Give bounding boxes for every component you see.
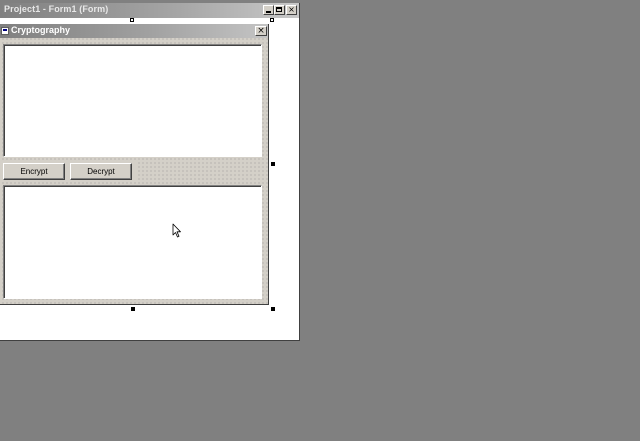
close-button[interactable]: × xyxy=(286,5,297,15)
close-icon: × xyxy=(257,26,265,36)
encrypt-button[interactable]: Encrypt xyxy=(3,163,65,180)
close-icon: × xyxy=(288,5,295,14)
ciphertext-textbox[interactable] xyxy=(3,185,262,299)
decrypt-button[interactable]: Decrypt xyxy=(70,163,132,180)
form-close-button[interactable]: × xyxy=(255,26,267,36)
resize-handle-top-right[interactable] xyxy=(270,18,274,22)
maximize-button[interactable] xyxy=(274,5,285,15)
cryptography-form[interactable]: Cryptography × Encrypt Decrypt xyxy=(0,24,269,305)
resize-handle-top[interactable] xyxy=(130,18,134,22)
maximize-icon xyxy=(276,7,282,12)
designer-title: Project1 - Form1 (Form) xyxy=(4,4,109,14)
minimize-button[interactable] xyxy=(263,5,274,15)
plaintext-textbox[interactable] xyxy=(3,44,262,157)
resize-handle-bottom[interactable] xyxy=(131,307,135,311)
resize-handle-bottom-right[interactable] xyxy=(271,307,275,311)
designer-titlebar[interactable]: Project1 - Form1 (Form) × xyxy=(0,3,299,18)
minimize-icon xyxy=(266,11,271,13)
form-titlebar[interactable]: Cryptography × xyxy=(0,24,268,38)
form-title: Cryptography xyxy=(11,25,71,35)
form-icon xyxy=(1,27,9,35)
ide-workspace: Project1 - Form1 (Form) × Cryptography ×… xyxy=(0,0,640,441)
resize-handle-right[interactable] xyxy=(271,162,275,166)
mouse-pointer-icon xyxy=(172,223,181,238)
